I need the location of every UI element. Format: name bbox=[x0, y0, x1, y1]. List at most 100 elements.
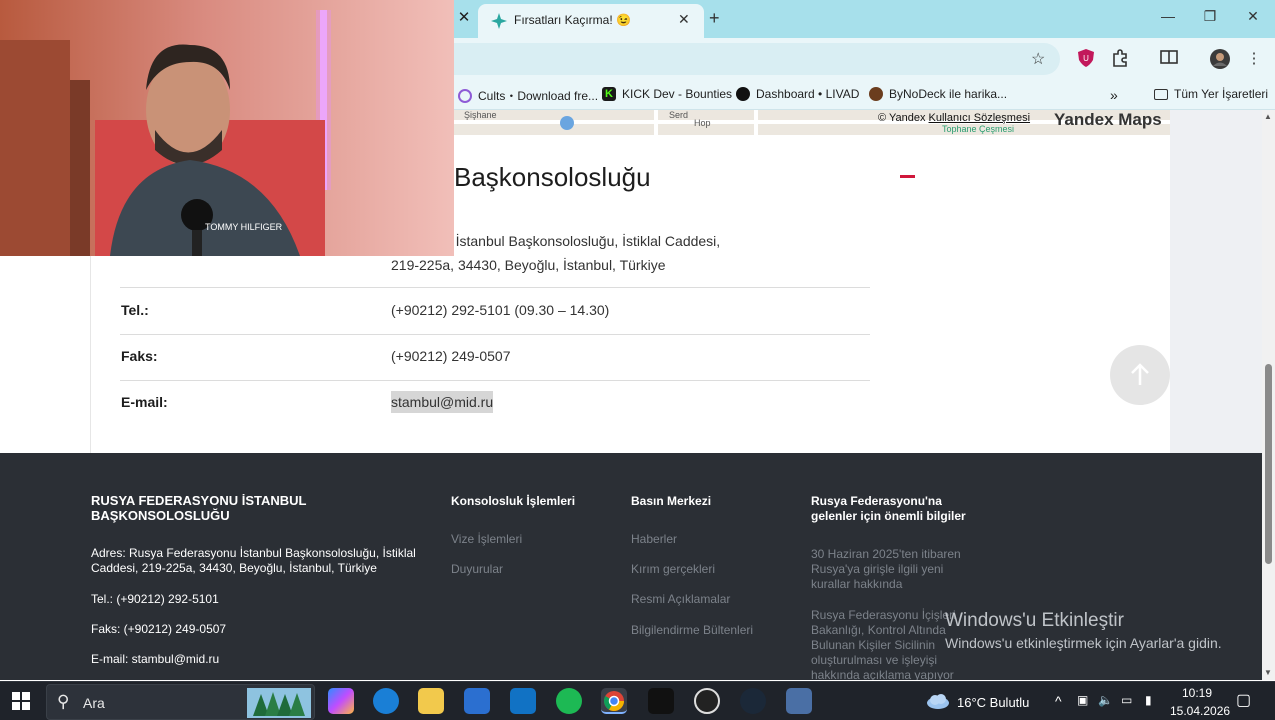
windows-activation-title: Windows'u Etkinleştir bbox=[945, 610, 1124, 631]
browser-toolbar: ☆ U ⋮ bbox=[454, 38, 1275, 80]
browser-menu-icon[interactable]: ⋮ bbox=[1244, 49, 1264, 69]
footer-link[interactable]: Vize İşlemleri bbox=[451, 532, 522, 547]
footer-link[interactable]: Resmi Açıklamalar bbox=[631, 592, 730, 607]
webcam-feed-image: TOMMY HILFIGER bbox=[0, 0, 454, 256]
network-icon[interactable]: ▭ bbox=[1121, 693, 1132, 707]
minimize-button[interactable]: — bbox=[1158, 8, 1178, 24]
reading-list-icon[interactable] bbox=[1159, 49, 1179, 69]
restore-button[interactable]: ❐ bbox=[1200, 8, 1220, 25]
footer-link[interactable]: Kırım gerçekleri bbox=[631, 562, 715, 577]
spotify-icon[interactable] bbox=[556, 688, 582, 714]
map-street-label: Serd bbox=[669, 110, 689, 120]
footer-fax: Faks: (+90212) 249-0507 bbox=[91, 622, 227, 636]
chevron-up-icon[interactable]: ^ bbox=[1055, 693, 1062, 709]
map-poi-icon bbox=[560, 116, 574, 130]
close-window-button[interactable]: ✕ bbox=[1243, 8, 1263, 25]
arrow-up-icon bbox=[1131, 363, 1149, 385]
scroll-to-top-button[interactable] bbox=[1110, 345, 1170, 405]
clock-time[interactable]: 10:19 bbox=[1182, 686, 1212, 700]
new-tab-button[interactable]: + bbox=[709, 8, 720, 28]
all-bookmarks-folder[interactable]: Tüm Yer İşaretleri bbox=[1154, 87, 1268, 101]
tab-active[interactable]: Fırsatları Kaçırma! 😉 ✕ bbox=[478, 4, 704, 38]
bookmark-star-icon[interactable]: ☆ bbox=[1031, 49, 1045, 69]
extension-shield-icon[interactable]: U bbox=[1076, 49, 1096, 69]
footer-col3-heading[interactable]: Rusya Federasyonu'na gelenler için öneml… bbox=[811, 494, 971, 524]
page-scrollbar[interactable]: ▲ ▼ bbox=[1262, 110, 1275, 680]
windows-start-icon[interactable] bbox=[12, 692, 30, 710]
footer-col2-heading[interactable]: Basın Merkezi bbox=[631, 494, 711, 509]
footer-col1-heading[interactable]: Konsolosluk İşlemleri bbox=[451, 494, 575, 509]
search-icon: ⚲ bbox=[57, 692, 70, 711]
bynodeck-icon bbox=[869, 87, 883, 101]
collapse-toggle[interactable] bbox=[900, 175, 915, 178]
email-value[interactable]: stambul@mid.ru bbox=[391, 391, 494, 413]
address-line-2: 219-225a, 34430, Beyoğlu, İstanbul, Türk… bbox=[391, 257, 666, 273]
bookmark-item-livad[interactable]: Dashboard • LIVAD bbox=[736, 87, 859, 101]
address-bar[interactable]: ☆ bbox=[454, 43, 1060, 75]
bookmark-label: Cults・Download fre... bbox=[478, 89, 599, 103]
map-street-label: Hop bbox=[694, 118, 711, 128]
webcam-overlay: TOMMY HILFIGER bbox=[0, 0, 454, 256]
more-bookmarks-icon[interactable]: » bbox=[1110, 87, 1118, 103]
notification-icon[interactable]: ▢ bbox=[1236, 690, 1251, 710]
kick-icon: K bbox=[602, 87, 616, 101]
footer-link[interactable]: Haberler bbox=[631, 532, 677, 547]
footer-link[interactable]: 30 Haziran 2025'ten itibaren Rusya'ya gi… bbox=[811, 547, 976, 592]
clock-date[interactable]: 15.04.2026 bbox=[1170, 704, 1230, 718]
search-highlight-image bbox=[247, 688, 311, 718]
map-place-label: Tophane Çeşmesi bbox=[942, 124, 1015, 134]
scroll-up-icon[interactable]: ▲ bbox=[1264, 112, 1272, 121]
store-icon[interactable] bbox=[464, 688, 490, 714]
email-label: E-mail: bbox=[121, 394, 168, 410]
file-explorer-icon[interactable] bbox=[418, 688, 444, 714]
extensions-puzzle-icon[interactable] bbox=[1110, 49, 1130, 69]
fax-value: (+90212) 249-0507 bbox=[391, 348, 511, 364]
bookmarks-bar: Cults・Download fre... K KICK Dev - Bount… bbox=[454, 80, 1275, 110]
bookmark-item-kick[interactable]: K KICK Dev - Bounties bbox=[602, 87, 732, 101]
svg-text:U: U bbox=[1083, 54, 1089, 63]
cults-icon bbox=[458, 88, 472, 103]
volume-icon[interactable]: 🔈 bbox=[1098, 693, 1113, 707]
tab-favicon-icon bbox=[491, 13, 507, 29]
map-credit: © Yandex Kullanıcı Sözleşmesi bbox=[878, 112, 1030, 124]
taskbar-search[interactable]: ⚲ Ara bbox=[46, 684, 315, 720]
copilot-icon[interactable] bbox=[328, 688, 354, 714]
map-credit-prefix: © Yandex bbox=[878, 112, 926, 124]
close-tab-icon[interactable]: ✕ bbox=[455, 9, 473, 27]
obs-icon[interactable] bbox=[694, 688, 720, 714]
map-terms-link[interactable]: Kullanıcı Sözleşmesi bbox=[929, 112, 1031, 124]
bookmark-label: KICK Dev - Bounties bbox=[622, 87, 733, 101]
fax-label: Faks: bbox=[121, 348, 158, 364]
footer-address: Adres: Rusya Federasyonu İstanbul Başkon… bbox=[91, 546, 416, 575]
camera-tray-icon[interactable]: ▣ bbox=[1077, 693, 1088, 707]
content-border bbox=[90, 230, 91, 453]
profile-avatar[interactable] bbox=[1210, 49, 1230, 69]
bookmark-label: Dashboard • LIVAD bbox=[756, 87, 860, 101]
windows-taskbar: ⚲ Ara 16°C Bulutlu ^ ▣ 🔈 ▭ ▮ 10:19 15.04… bbox=[0, 681, 1275, 720]
footer-link[interactable]: Rusya Federasyonu İçişleri Bakanlığı, Ko… bbox=[811, 608, 956, 680]
outlook-icon[interactable] bbox=[510, 688, 536, 714]
shirt-logo-text: TOMMY HILFIGER bbox=[205, 222, 283, 232]
footer-title: RUSYA FEDERASYONU İSTANBUL BAŞKONSOLOSLU… bbox=[91, 493, 307, 523]
microphone-icon[interactable]: ▮ bbox=[1145, 693, 1152, 707]
footer-link[interactable]: Duyurular bbox=[451, 562, 503, 577]
bookmark-item-bynodeck[interactable]: ByNoDeck ile harika... bbox=[869, 87, 1007, 101]
footer-tel: Tel.: (+90212) 292-5101 bbox=[91, 592, 219, 606]
weather-text[interactable]: 16°C Bulutlu bbox=[957, 695, 1029, 710]
edge-icon[interactable] bbox=[373, 688, 399, 714]
chrome-icon[interactable] bbox=[601, 688, 627, 714]
bookmark-item-cults[interactable]: Cults・Download fre... bbox=[458, 87, 598, 104]
scrollbar-thumb[interactable] bbox=[1265, 364, 1272, 564]
bookmark-label: ByNoDeck ile harika... bbox=[889, 87, 1008, 101]
scroll-down-icon[interactable]: ▼ bbox=[1264, 668, 1272, 677]
calculator-icon[interactable] bbox=[786, 688, 812, 714]
close-tab-icon[interactable]: ✕ bbox=[678, 11, 690, 28]
footer-link[interactable]: Bilgilendirme Bültenleri bbox=[631, 623, 753, 638]
steam-icon[interactable] bbox=[740, 688, 766, 714]
app-red-triangle-icon[interactable] bbox=[648, 688, 674, 714]
folder-icon bbox=[1154, 88, 1168, 100]
footer-email[interactable]: E-mail: stambul@mid.ru bbox=[91, 652, 219, 667]
email-link[interactable]: stambul@mid.ru bbox=[391, 391, 494, 413]
yandex-map[interactable]: Şişhane Serd Hop Tophane Çeşmesi © Yande… bbox=[454, 110, 1170, 135]
yandex-maps-logo[interactable]: Yandex Maps bbox=[1054, 110, 1162, 130]
